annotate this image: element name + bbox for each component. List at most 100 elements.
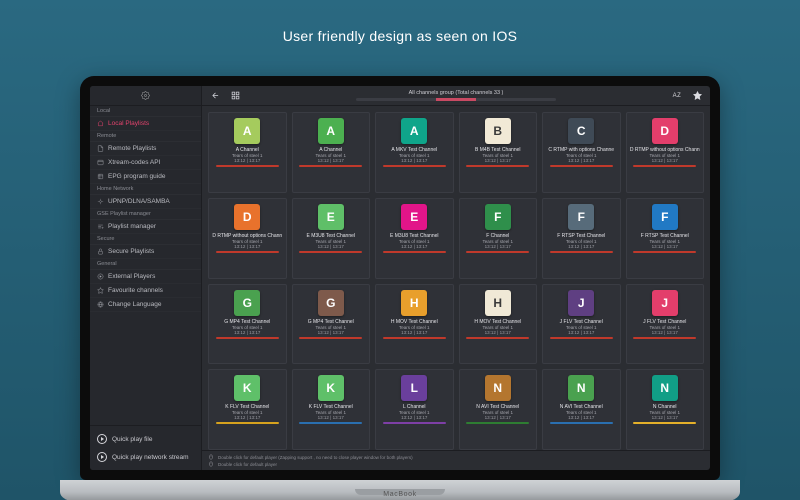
channel-time: 13:12 | 13:17 <box>296 330 367 335</box>
network-icon <box>97 198 104 205</box>
sidebar-heading: Remote <box>90 131 201 142</box>
channel-card[interactable]: DD RTMP without options ChannTears of st… <box>208 198 287 279</box>
channel-tile: A <box>234 118 260 144</box>
channel-progress <box>550 337 613 339</box>
back-button[interactable] <box>208 89 222 102</box>
channel-progress <box>299 337 362 339</box>
channel-card[interactable]: EE M3U8 Test ChannelTears of steel 113:1… <box>375 198 454 279</box>
channel-tile: F <box>568 204 594 230</box>
channel-card[interactable]: FF RTSP Test ChannelTears of steel 113:1… <box>542 198 621 279</box>
channel-card[interactable]: GG MP4 Test ChannelTears of steel 113:12… <box>292 284 371 365</box>
sidebar-item[interactable]: Change Language <box>90 298 201 312</box>
channel-tile: N <box>568 375 594 401</box>
channel-time: 13:12 | 13:17 <box>379 244 450 249</box>
sidebar-item-label: Local Playlists <box>108 120 149 127</box>
quick-play-label: Quick play network stream <box>112 454 189 461</box>
sidebar: LocalLocal PlaylistsRemoteRemote Playlis… <box>90 86 202 470</box>
sidebar-item-label: UPNP/DLNA/SAMBA <box>108 198 170 205</box>
channel-tile: J <box>652 290 678 316</box>
channel-card[interactable]: HH MOV Test ChannelTears of steel 113:12… <box>459 284 538 365</box>
laptop-mockup: LocalLocal PlaylistsRemoteRemote Playlis… <box>60 76 740 500</box>
channel-tile: K <box>234 375 260 401</box>
channel-card[interactable]: NN AVI Test ChannelTears of steel 113:12… <box>459 369 538 450</box>
star-icon <box>97 287 104 294</box>
globe-icon <box>97 301 104 308</box>
file-icon <box>97 145 104 152</box>
sidebar-item[interactable]: UPNP/DLNA/SAMBA <box>90 195 201 209</box>
channel-card[interactable]: AA MKV Test ChannelTears of steel 113:12… <box>375 112 454 193</box>
sidebar-item[interactable]: Xtream-codes API <box>90 156 201 170</box>
arrow-left-icon <box>211 91 220 100</box>
topbar-center: All channels group (Total channels 33 ) <box>248 90 664 101</box>
channel-tile: G <box>234 290 260 316</box>
sort-az-button[interactable]: AZ <box>670 89 684 102</box>
channel-time: 13:12 | 13:17 <box>630 244 701 249</box>
quick-play-item[interactable]: Quick play network stream <box>90 448 201 466</box>
channel-card[interactable]: CC RTMP with options ChanneTears of stee… <box>542 112 621 193</box>
quick-play-item[interactable]: Quick play file <box>90 430 201 448</box>
channel-card[interactable]: DD RTMP without options ChannTears of st… <box>626 112 705 193</box>
sidebar-item[interactable]: Secure Playlists <box>90 245 201 259</box>
channel-tile: N <box>485 375 511 401</box>
channel-card[interactable]: EE M3U8 Test ChannelTears of steel 113:1… <box>292 198 371 279</box>
channel-card[interactable]: FF ChannelTears of steel 113:12 | 13:17 <box>459 198 538 279</box>
channel-tile: L <box>401 375 427 401</box>
channel-progress <box>466 337 529 339</box>
channel-card[interactable]: AA ChannelTears of steel 113:12 | 13:17 <box>292 112 371 193</box>
channel-tile: F <box>652 204 678 230</box>
grid-view-button[interactable] <box>228 89 242 102</box>
channel-tile: C <box>568 118 594 144</box>
play-icon <box>97 452 107 462</box>
channel-tile: A <box>401 118 427 144</box>
channel-progress <box>633 422 696 424</box>
sidebar-item[interactable]: EPG program guide <box>90 170 201 184</box>
laptop-brand: MacBook <box>60 491 740 498</box>
sidebar-item-label: External Players <box>108 273 155 280</box>
channel-card[interactable]: JJ FLV Test ChannelTears of steel 113:12… <box>626 284 705 365</box>
channel-card[interactable]: NN AVI Test ChannelTears of steel 113:12… <box>542 369 621 450</box>
channel-progress <box>299 165 362 167</box>
channel-tile: N <box>652 375 678 401</box>
channel-time: 13:12 | 13:17 <box>546 330 617 335</box>
sidebar-item-label: Remote Playlists <box>108 145 156 152</box>
sidebar-item[interactable]: Playlist manager <box>90 220 201 234</box>
channel-card[interactable]: BB M4B Test ChannelTears of steel 113:12… <box>459 112 538 193</box>
channel-card[interactable]: FF RTSP Test ChannelTears of steel 113:1… <box>626 198 705 279</box>
sidebar-heading: Secure <box>90 234 201 245</box>
channel-card[interactable]: KK FLV Test ChannelTears of steel 113:12… <box>208 369 287 450</box>
sidebar-item[interactable]: Favourite channels <box>90 284 201 298</box>
channel-tile: H <box>485 290 511 316</box>
channel-time: 13:12 | 13:17 <box>463 244 534 249</box>
channel-card[interactable]: AA ChannelTears of steel 113:12 | 13:17 <box>208 112 287 193</box>
channel-progress <box>550 422 613 424</box>
channel-card[interactable]: JJ FLV Test ChannelTears of steel 113:12… <box>542 284 621 365</box>
sidebar-item-label: Playlist manager <box>108 223 156 230</box>
channel-tile: E <box>318 204 344 230</box>
channel-card[interactable]: LL ChannelTears of steel 113:12 | 13:17 <box>375 369 454 450</box>
sidebar-bottom: Quick play file Quick play network stream <box>90 425 201 470</box>
channel-card[interactable]: GG MP4 Test ChannelTears of steel 113:12… <box>208 284 287 365</box>
favourite-button[interactable] <box>690 89 704 102</box>
footer-hint-2-text: Double click for default player <box>218 462 277 467</box>
channel-progress <box>466 251 529 253</box>
topbar-progress[interactable] <box>356 98 556 101</box>
footer-hint-2: Double click for default player <box>208 461 704 467</box>
channel-card[interactable]: NN ChannelTears of steel 113:12 | 13:17 <box>626 369 705 450</box>
channel-card[interactable]: HH MOV Test ChannelTears of steel 113:12… <box>375 284 454 365</box>
channel-time: 13:12 | 13:17 <box>463 158 534 163</box>
channel-time: 13:12 | 13:17 <box>296 244 367 249</box>
channel-tile: A <box>318 118 344 144</box>
channel-time: 13:12 | 13:17 <box>212 158 283 163</box>
sidebar-settings[interactable] <box>90 86 201 106</box>
channel-time: 13:12 | 13:17 <box>463 330 534 335</box>
sidebar-item[interactable]: External Players <box>90 270 201 284</box>
channel-progress <box>383 251 446 253</box>
play-icon <box>97 434 107 444</box>
grid-icon <box>231 91 240 100</box>
channel-progress <box>633 165 696 167</box>
channel-card[interactable]: KK FLV Test ChannelTears of steel 113:12… <box>292 369 371 450</box>
sidebar-item[interactable]: Remote Playlists <box>90 142 201 156</box>
channel-grid: AA ChannelTears of steel 113:12 | 13:17A… <box>202 106 710 450</box>
topbar: All channels group (Total channels 33 ) … <box>202 86 710 106</box>
sidebar-item[interactable]: Local Playlists <box>90 117 201 131</box>
